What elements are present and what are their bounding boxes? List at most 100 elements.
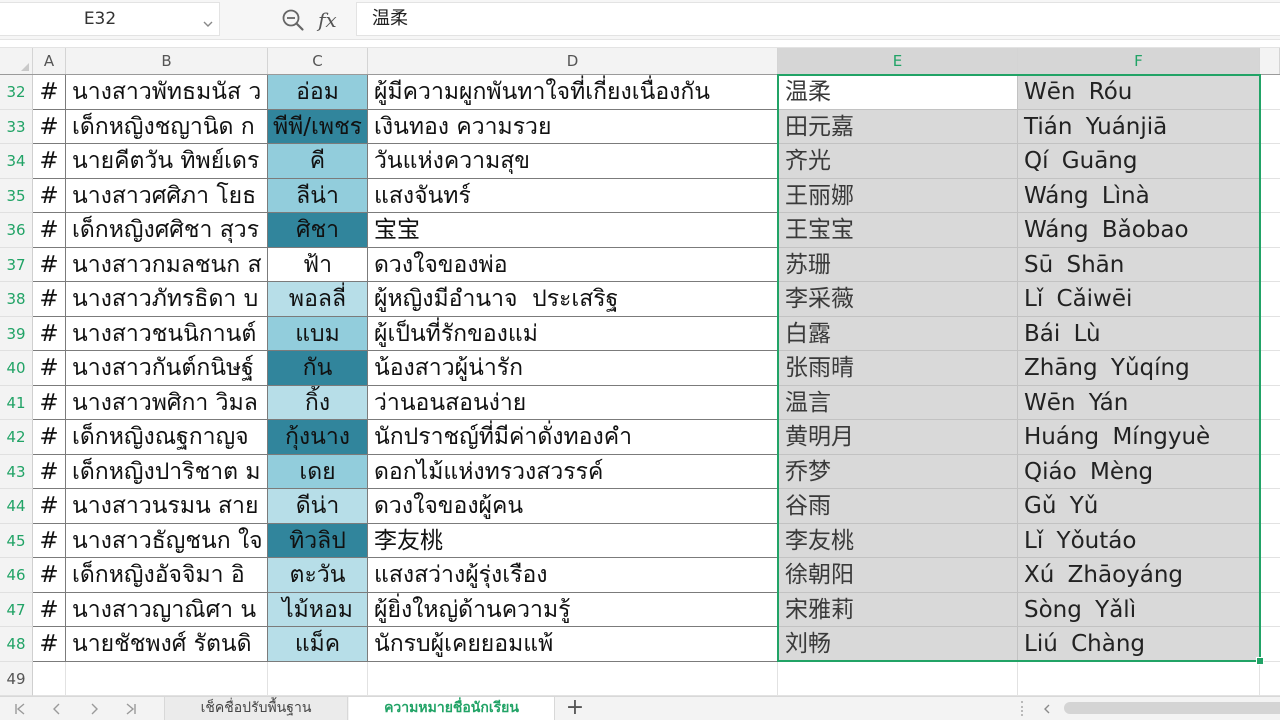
- cell-student-name[interactable]: เด็กหญิงณฐกาญจ: [66, 420, 268, 455]
- cell-student-name[interactable]: นางสาวนรมน สาย: [66, 489, 268, 524]
- row-header[interactable]: 35: [0, 178, 33, 213]
- row-header[interactable]: 40: [0, 351, 33, 386]
- cell-empty[interactable]: [1260, 178, 1280, 213]
- cell-chinese-name[interactable]: 刘畅: [778, 627, 1018, 662]
- cell-meaning[interactable]: แสงจันทร์: [368, 178, 778, 213]
- fill-handle[interactable]: [1256, 657, 1264, 665]
- cell-meaning[interactable]: นักรบผู้เคยยอมแพ้: [368, 627, 778, 662]
- column-header-g[interactable]: [1260, 48, 1280, 74]
- cell-pinyin[interactable]: Lǐ Yǒutáo: [1018, 523, 1260, 558]
- sheet-tab[interactable]: เช็คชื่อปรับพื้นฐาน: [164, 697, 348, 720]
- prev-sheet-icon[interactable]: [50, 701, 64, 715]
- add-sheet-button[interactable]: +: [562, 697, 588, 720]
- cell-marker[interactable]: #: [33, 592, 66, 627]
- cell-pinyin[interactable]: Qí Guāng: [1018, 144, 1260, 179]
- cell-student-name[interactable]: นางสาวภัทรธิดา บ: [66, 282, 268, 317]
- cell-pinyin[interactable]: Sū Shān: [1018, 247, 1260, 282]
- cell-marker[interactable]: #: [33, 178, 66, 213]
- column-header-f[interactable]: F: [1018, 48, 1260, 74]
- column-header-a[interactable]: A: [33, 48, 66, 74]
- column-header-c[interactable]: C: [268, 48, 368, 74]
- row-header[interactable]: 34: [0, 144, 33, 179]
- cell-meaning[interactable]: แสงสว่างผู้รุ่งเรือง: [368, 558, 778, 593]
- cell-pinyin[interactable]: Zhāng Yǔqíng: [1018, 351, 1260, 386]
- cell-meaning[interactable]: ดวงใจของผู้คน: [368, 489, 778, 524]
- cell-empty[interactable]: [1260, 247, 1280, 282]
- cell-marker[interactable]: #: [33, 627, 66, 662]
- cell-empty[interactable]: [1260, 109, 1280, 144]
- cell-marker[interactable]: #: [33, 420, 66, 455]
- cell-meaning[interactable]: ดอกไม้แห่งทรวงสวรรค์: [368, 454, 778, 489]
- cell-chinese-name[interactable]: 苏珊: [778, 247, 1018, 282]
- cell-pinyin[interactable]: Lǐ Cǎiwēi: [1018, 282, 1260, 317]
- cell-empty[interactable]: [1018, 661, 1260, 696]
- column-header-d[interactable]: D: [368, 48, 778, 74]
- cell-chinese-name[interactable]: 李友桃: [778, 523, 1018, 558]
- cell-chinese-name[interactable]: 王宝宝: [778, 213, 1018, 248]
- cell-empty[interactable]: [778, 661, 1018, 696]
- cell-nickname[interactable]: พีพี/เพชร: [268, 109, 368, 144]
- cell-empty[interactable]: [1260, 523, 1280, 558]
- row-header[interactable]: 46: [0, 558, 33, 593]
- cell-marker[interactable]: #: [33, 247, 66, 282]
- cell-student-name[interactable]: นายชัชพงศ์ รัตนดิ: [66, 627, 268, 662]
- cell-meaning[interactable]: 李友桃: [368, 523, 778, 558]
- row-header[interactable]: 33: [0, 109, 33, 144]
- next-sheet-icon[interactable]: [87, 701, 101, 715]
- cell-marker[interactable]: #: [33, 75, 66, 110]
- cell-empty[interactable]: [1260, 316, 1280, 351]
- row-header[interactable]: 45: [0, 523, 33, 558]
- cell-empty[interactable]: [1260, 489, 1280, 524]
- cell-empty[interactable]: [1260, 661, 1280, 696]
- cell-empty[interactable]: [1260, 213, 1280, 248]
- cell-nickname[interactable]: ทิวลิป: [268, 523, 368, 558]
- row-header[interactable]: 32: [0, 75, 33, 110]
- cell-student-name[interactable]: นางสาวกมลชนก ส: [66, 247, 268, 282]
- insert-function-button[interactable]: fx: [318, 5, 337, 35]
- cell-nickname[interactable]: พอลลี่: [268, 282, 368, 317]
- cell-pinyin[interactable]: Wēn Róu: [1018, 75, 1260, 110]
- cell-student-name[interactable]: นางสาวพศิกา วิมล: [66, 385, 268, 420]
- cell-nickname[interactable]: อ่อม: [268, 75, 368, 110]
- cell-student-name[interactable]: เด็กหญิงอัจจิมา อิ: [66, 558, 268, 593]
- cell-meaning[interactable]: 宝宝: [368, 213, 778, 248]
- cell-empty[interactable]: [1260, 592, 1280, 627]
- cell-marker[interactable]: #: [33, 558, 66, 593]
- scroll-left-icon[interactable]: [1040, 701, 1054, 715]
- cell-student-name[interactable]: นางสาวญาณิศา น: [66, 592, 268, 627]
- cell-empty[interactable]: [1260, 454, 1280, 489]
- cell-meaning[interactable]: วันแห่งความสุข: [368, 144, 778, 179]
- cell-empty[interactable]: [268, 661, 368, 696]
- cell-meaning[interactable]: เงินทอง ความรวย: [368, 109, 778, 144]
- name-box[interactable]: E32: [0, 2, 220, 36]
- select-all-corner[interactable]: [0, 48, 33, 74]
- cell-pinyin[interactable]: Wēn Yán: [1018, 385, 1260, 420]
- cell-marker[interactable]: #: [33, 282, 66, 317]
- cell-chinese-name[interactable]: 黄明月: [778, 420, 1018, 455]
- cell-marker[interactable]: #: [33, 489, 66, 524]
- cell-empty[interactable]: [1260, 75, 1280, 110]
- cell-nickname[interactable]: ตะวัน: [268, 558, 368, 593]
- cell-student-name[interactable]: นางสาวกันต์กนิษฐ์: [66, 351, 268, 386]
- row-header[interactable]: 42: [0, 420, 33, 455]
- cell-meaning[interactable]: น้องสาวผู้น่ารัก: [368, 351, 778, 386]
- cell-pinyin[interactable]: Bái Lù: [1018, 316, 1260, 351]
- cell-marker[interactable]: #: [33, 385, 66, 420]
- row-header[interactable]: 47: [0, 592, 33, 627]
- cell-meaning[interactable]: ผู้ยิ่งใหญ่ด้านความรู้: [368, 592, 778, 627]
- name-box-value[interactable]: E32: [0, 3, 200, 35]
- cell-pinyin[interactable]: Wáng Bǎobao: [1018, 213, 1260, 248]
- cell-marker[interactable]: #: [33, 316, 66, 351]
- cell-marker[interactable]: #: [33, 144, 66, 179]
- cell-nickname[interactable]: กัน: [268, 351, 368, 386]
- cell-chinese-name[interactable]: 王丽娜: [778, 178, 1018, 213]
- column-header-e[interactable]: E: [778, 48, 1018, 74]
- cell-student-name[interactable]: เด็กหญิงปาริชาต ม: [66, 454, 268, 489]
- cell-pinyin[interactable]: Xú Zhāoyáng: [1018, 558, 1260, 593]
- cell-empty[interactable]: [1260, 385, 1280, 420]
- cell-pinyin[interactable]: Tián Yuánjiā: [1018, 109, 1260, 144]
- cell-chinese-name[interactable]: 乔梦: [778, 454, 1018, 489]
- cell-empty[interactable]: [66, 661, 268, 696]
- cell-meaning[interactable]: นักปราชญ์ที่มีค่าดั่งทองคำ: [368, 420, 778, 455]
- cell-empty[interactable]: [1260, 144, 1280, 179]
